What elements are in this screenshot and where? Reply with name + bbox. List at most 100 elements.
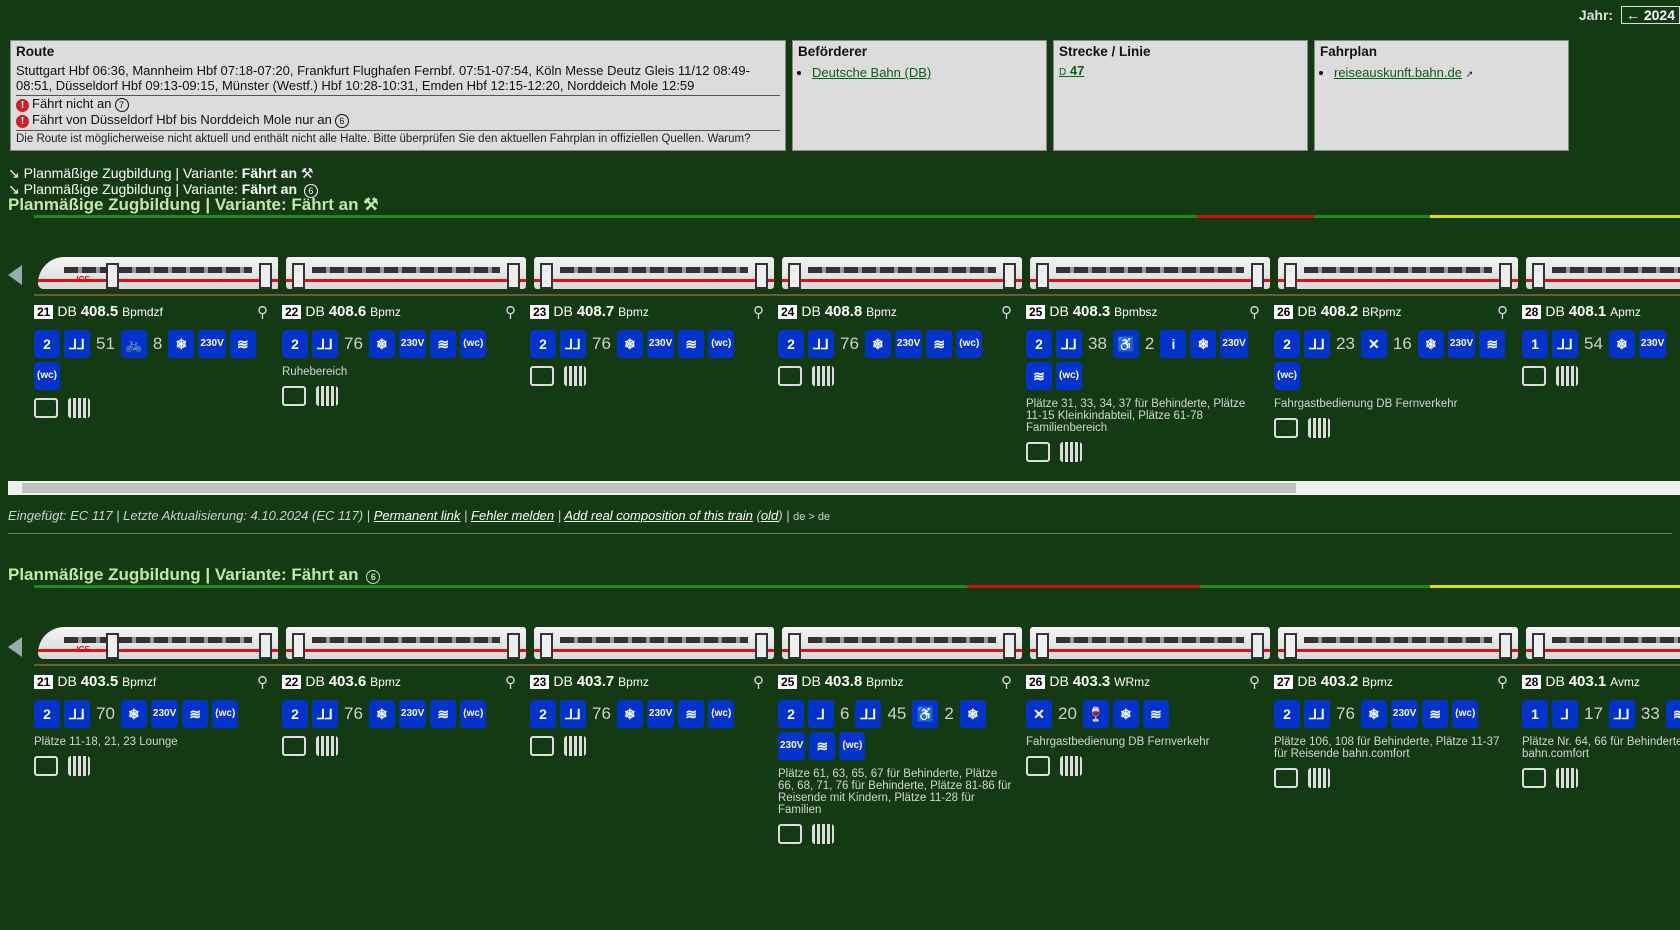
train-car-image[interactable] (778, 253, 1026, 293)
camera-icon[interactable] (530, 736, 554, 756)
train-car-image[interactable] (1522, 623, 1680, 663)
class-badge: 2 (1274, 700, 1300, 728)
toilet-icon: (wc) (1056, 362, 1082, 390)
floor-plan-icon[interactable] (564, 736, 586, 756)
camera-icon[interactable] (34, 756, 58, 776)
camera-icon[interactable] (530, 366, 554, 386)
camera-icon[interactable] (34, 398, 58, 418)
floor-plan-icon[interactable] (1308, 768, 1330, 788)
search-icon[interactable]: ⚲ (257, 303, 268, 321)
old-link[interactable]: old (761, 508, 778, 523)
car-header: 23 DB 403.7 Bpmz ⚲ (530, 673, 764, 691)
add-real-composition-link[interactable]: Add real composition of this train (564, 508, 753, 523)
train-car-image[interactable] (1026, 253, 1274, 293)
permanent-link[interactable]: Permanent link (374, 508, 461, 523)
seat-count: 16 (1392, 334, 1412, 353)
train-car-image[interactable] (530, 253, 778, 293)
floor-plan-icon[interactable] (1060, 756, 1082, 776)
search-icon[interactable]: ⚲ (1497, 303, 1508, 321)
search-icon[interactable]: ⚲ (1001, 303, 1012, 321)
car-operator: DB (305, 673, 325, 689)
horizontal-scrollbar[interactable] (8, 481, 1680, 495)
camera-icon[interactable] (282, 736, 306, 756)
camera-icon[interactable] (1274, 418, 1298, 438)
floor-plan-icon[interactable] (316, 386, 338, 406)
search-icon[interactable]: ⚲ (257, 673, 268, 691)
train-car-image[interactable] (530, 623, 778, 663)
operator-link[interactable]: Deutsche Bahn (DB) (812, 65, 931, 80)
power-outlet-icon: 230V (894, 330, 923, 358)
line-link[interactable]: D 47 (1059, 63, 1084, 78)
camera-icon[interactable] (1522, 768, 1546, 788)
search-icon[interactable]: ⚲ (753, 673, 764, 691)
search-icon[interactable]: ⚲ (1249, 673, 1260, 691)
camera-icon[interactable] (1274, 768, 1298, 788)
car-number: 21 (34, 305, 54, 319)
search-icon[interactable]: ⚲ (1001, 673, 1012, 691)
amenity-list: 2 ⅃⅃ 76 ❄ 230V ≋ (wc) (530, 330, 764, 358)
train-car-image[interactable] (1522, 253, 1680, 293)
car-note: Plätze Nr. 64, 66 für Behinderte, für Re… (1522, 736, 1680, 760)
train-car-image[interactable] (778, 623, 1026, 663)
search-icon[interactable]: ⚲ (1249, 303, 1260, 321)
timetable-link[interactable]: reiseauskunft.bahn.de (1334, 65, 1462, 80)
year-back-button[interactable]: ← 2024 (1620, 6, 1680, 24)
search-icon[interactable]: ⚲ (505, 673, 516, 691)
report-error-link[interactable]: Fehler melden (471, 508, 554, 523)
search-icon[interactable]: ⚲ (505, 303, 516, 321)
media-links (282, 736, 516, 756)
car-class: 408.3 (1072, 303, 1111, 320)
wheelchair-icon: ♿ (1112, 330, 1139, 358)
camera-icon[interactable] (1026, 756, 1050, 776)
train-car-image[interactable]: ICE (34, 623, 282, 663)
wifi-icon: ≋ (430, 330, 457, 358)
timetable-header: Fahrplan (1320, 44, 1378, 59)
amenity-list: 2 ⅃⅃ 76 ❄ 230V ≋ (wc) (282, 330, 516, 358)
train-car-image[interactable] (282, 623, 530, 663)
car-type: Bpmdzf (122, 305, 163, 319)
camera-icon[interactable] (1026, 442, 1050, 462)
floor-plan-icon[interactable] (1308, 418, 1330, 438)
train-car-image[interactable] (1274, 253, 1522, 293)
car-number: 23 (530, 675, 550, 689)
floor-plan-icon[interactable] (812, 366, 834, 386)
car-info: 28DB 403.1 Avmz⚲1⅃17⅃⅃33≋(wc)Plätze Nr. … (1522, 673, 1680, 844)
car-type: Bpmbz (866, 675, 904, 689)
floor-plan-icon[interactable] (68, 756, 90, 776)
media-links (1026, 756, 1260, 776)
search-icon[interactable]: ⚲ (753, 303, 764, 321)
floor-plan-icon[interactable] (1556, 768, 1578, 788)
search-icon[interactable]: ⚲ (1497, 673, 1508, 691)
scrollbar-thumb[interactable] (22, 483, 1296, 493)
camera-icon[interactable] (778, 824, 802, 844)
air-conditioning-icon: ❄ (120, 700, 147, 728)
train-car-image[interactable] (282, 253, 530, 293)
class-badge: 2 (34, 330, 60, 358)
wifi-icon: ≋ (678, 700, 705, 728)
car-class: 408.1 (1568, 303, 1607, 320)
car-type: Bpmz (1362, 675, 1393, 689)
wifi-icon: ≋ (1665, 700, 1680, 728)
warning-icon: ! (16, 115, 29, 128)
variant-link-1[interactable]: ↘ Planmäßige Zugbildung | Variante: Fähr… (8, 165, 318, 181)
floor-plan-icon[interactable] (1556, 366, 1578, 386)
train-car-image[interactable]: ICE (34, 253, 282, 293)
class-badge: 2 (282, 330, 308, 358)
car-type: WRmz (1114, 675, 1151, 689)
power-outlet-icon: 230V (1390, 700, 1419, 728)
camera-icon[interactable] (778, 366, 802, 386)
car-type: Bpmz (618, 675, 649, 689)
amenity-list: 2 ⅃⅃ 76 ❄ 230V ≋ (wc) (530, 700, 764, 728)
floor-plan-icon[interactable] (68, 398, 90, 418)
train-car-image[interactable] (1274, 623, 1522, 663)
camera-icon[interactable] (282, 386, 306, 406)
floor-plan-icon[interactable] (812, 824, 834, 844)
floor-plan-icon[interactable] (564, 366, 586, 386)
power-outlet-icon: 230V (778, 732, 806, 760)
floor-plan-icon[interactable] (1060, 442, 1082, 462)
train-car-image[interactable] (1026, 623, 1274, 663)
car-operator: DB (1297, 303, 1317, 319)
floor-plan-icon[interactable] (316, 736, 338, 756)
camera-icon[interactable] (1522, 366, 1546, 386)
seat-count: 2 (1144, 334, 1155, 353)
